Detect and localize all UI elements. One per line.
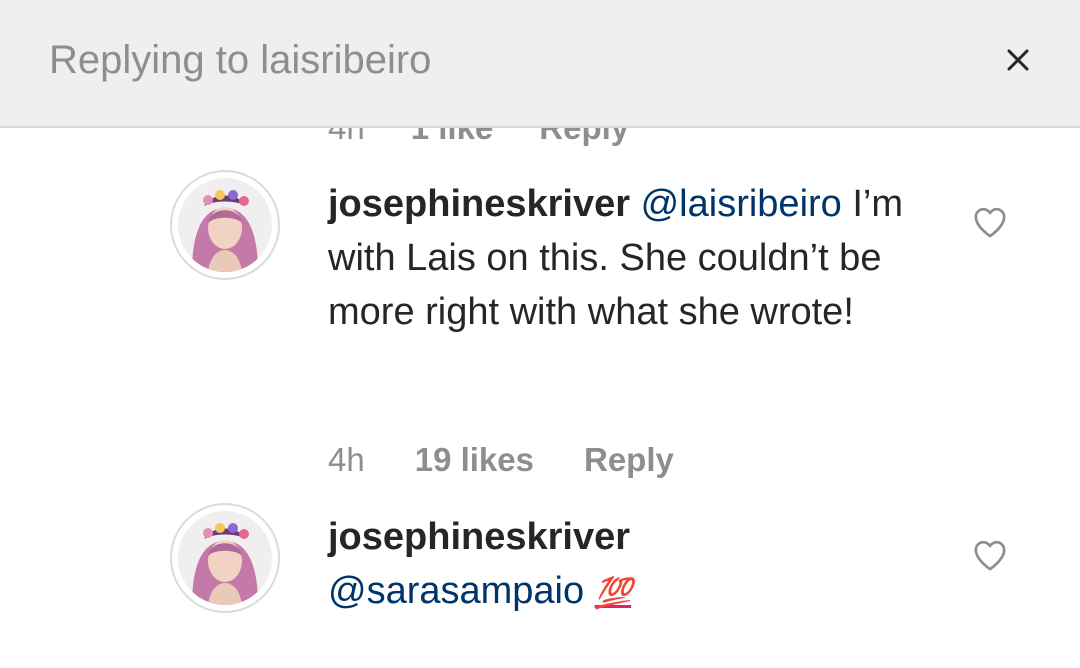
close-icon[interactable] <box>996 38 1040 82</box>
heart-outline-icon[interactable] <box>970 202 1010 242</box>
avatar-image <box>178 178 272 272</box>
comment-mention[interactable]: @laisribeiro <box>641 183 842 225</box>
hundred-points-emoji: 💯 <box>594 577 632 610</box>
comment-username[interactable]: josephineskriver <box>328 183 630 225</box>
replying-to-bar: Replying to laisribeiro <box>0 0 1080 128</box>
comment-time: 4h <box>328 441 365 478</box>
avatar[interactable] <box>170 503 280 613</box>
comment-likes[interactable]: 19 likes <box>415 441 534 478</box>
comment-body: josephineskriver @sarasampaio 💯 <box>328 510 948 621</box>
comment-mention[interactable]: @sarasampaio <box>328 570 584 612</box>
heart-outline-icon[interactable] <box>970 535 1010 575</box>
comment-body: josephineskriver @laisribeiro I’m with L… <box>328 177 948 339</box>
replying-to-label: Replying to laisribeiro <box>49 38 432 82</box>
avatar[interactable] <box>170 170 280 280</box>
comment-reply-button[interactable]: Reply <box>584 441 674 478</box>
comment-meta: 4h 19 likes Reply <box>328 441 674 479</box>
avatar-image <box>178 511 272 605</box>
comment-username[interactable]: josephineskriver <box>328 516 630 558</box>
